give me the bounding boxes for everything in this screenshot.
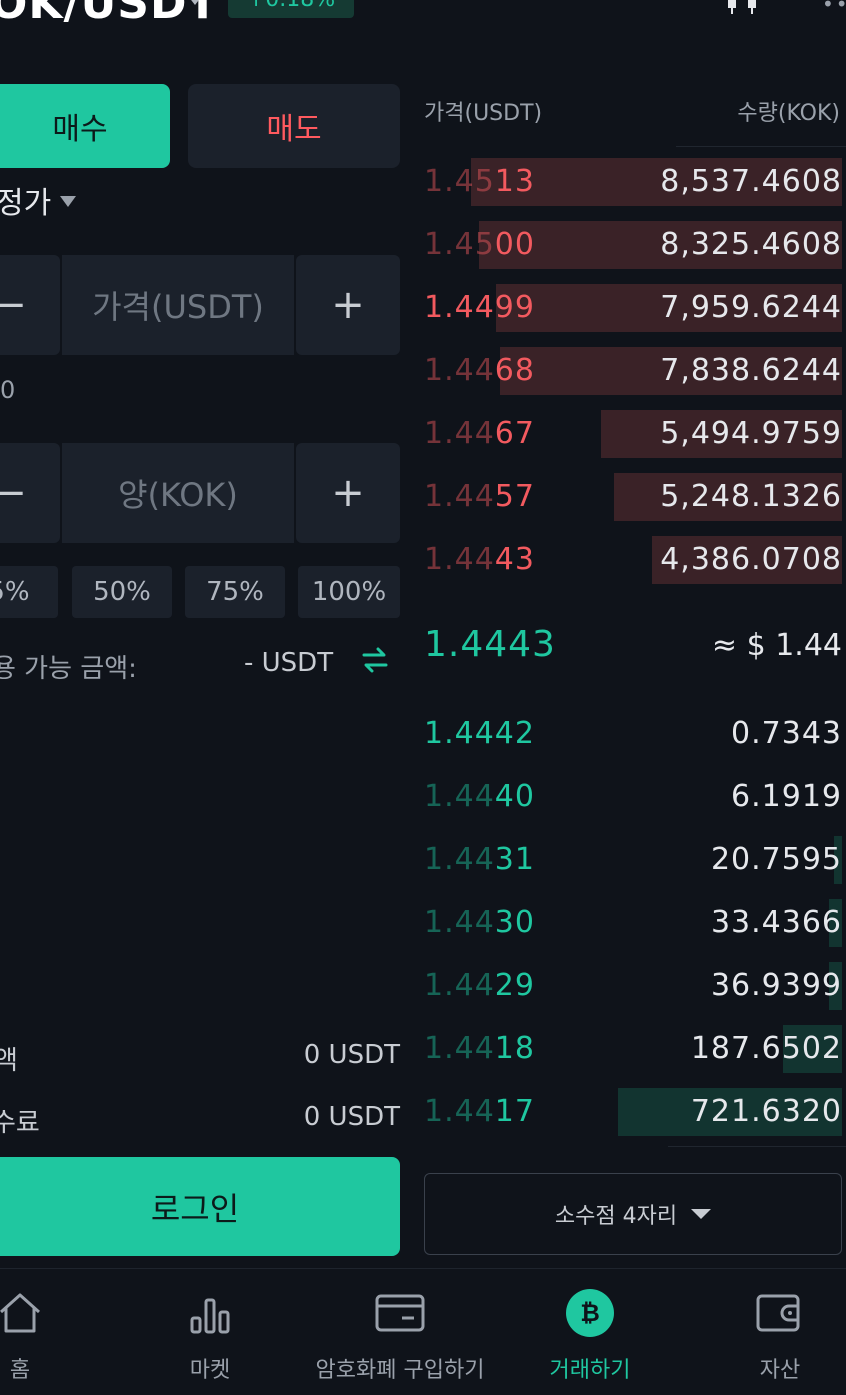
swap-icon[interactable]	[360, 645, 390, 675]
card-icon	[374, 1280, 426, 1346]
nav-trade[interactable]: ₿ 거래하기	[510, 1280, 670, 1395]
home-icon	[0, 1280, 43, 1346]
ask-quantity: 8,537.4608	[660, 164, 842, 199]
bid-quantity: 0.7343	[731, 716, 842, 751]
mid-price-usd: ≈ $ 1.44	[711, 628, 842, 663]
nav-market-label: 마켓	[189, 1358, 231, 1383]
bid-row[interactable]: 1.4430 33.4366	[424, 899, 846, 947]
ask-row[interactable]: 1.4467 5,494.9759	[424, 410, 846, 458]
nav-assets-label: 자산	[759, 1358, 801, 1383]
bid-row[interactable]: 1.4418 187.6502	[424, 1025, 846, 1073]
percent-button-50[interactable]: 50%	[72, 566, 172, 618]
nav-trade-label: 거래하기	[549, 1358, 631, 1383]
bid-quantity: 721.6320	[690, 1094, 842, 1129]
more-icon[interactable]: •••	[822, 0, 846, 16]
pair-dropdown-icon[interactable]	[188, 0, 202, 5]
order-type-select[interactable]: 정가	[0, 178, 51, 222]
bid-quantity: 187.6502	[690, 1031, 842, 1066]
precision-label: 소수점 4자리	[554, 1204, 678, 1229]
bid-quantity: 6.1919	[731, 779, 842, 814]
nav-home-label: 홈	[9, 1358, 31, 1383]
ask-price: 1.4500	[424, 227, 535, 262]
header: OK/USDT +0.18% •••	[0, 0, 846, 22]
fee-value: 0 USDT	[303, 1102, 400, 1132]
ask-row[interactable]: 1.4499 7,959.6244	[424, 284, 846, 332]
ask-price: 1.4513	[424, 164, 535, 199]
ask-quantity: 5,248.1326	[660, 479, 842, 514]
available-label: 용 가능 금액:	[0, 654, 137, 684]
nav-buy-crypto[interactable]: 암호화폐 구입하기	[316, 1280, 484, 1395]
mid-price: 1.4443	[424, 624, 556, 665]
bid-price: 1.4431	[424, 842, 535, 877]
precision-select[interactable]: 소수점 4자리	[424, 1173, 842, 1255]
bid-price: 1.4417	[424, 1094, 535, 1129]
bid-price: 1.4430	[424, 905, 535, 940]
bid-quantity: 20.7595	[710, 842, 842, 877]
caret-down-icon[interactable]	[60, 196, 76, 207]
ask-row[interactable]: 1.4500 8,325.4608	[424, 221, 846, 269]
ask-price: 1.4468	[424, 353, 535, 388]
price-decrement-button[interactable]: −	[0, 255, 60, 355]
bid-quantity: 36.9399	[710, 968, 842, 1003]
bid-row[interactable]: 1.4429 36.9399	[424, 962, 846, 1010]
bid-price: 1.4418	[424, 1031, 535, 1066]
price-hint: 0	[0, 376, 16, 404]
bid-row[interactable]: 1.4431 20.7595	[424, 836, 846, 884]
ask-price: 1.4457	[424, 479, 535, 514]
percent-button-75[interactable]: 75%	[185, 566, 285, 618]
ask-price: 1.4467	[424, 416, 535, 451]
sell-tab[interactable]: 매도	[188, 84, 400, 168]
total-value: 0 USDT	[303, 1040, 400, 1070]
total-label: 액	[0, 1046, 18, 1076]
bid-price: 1.4442	[424, 716, 535, 751]
bid-row[interactable]: 1.4417 721.6320	[424, 1088, 846, 1136]
ask-quantity: 7,959.6244	[660, 290, 842, 325]
bid-row[interactable]: 1.4442 0.7343	[424, 710, 846, 758]
nav-assets[interactable]: 자산	[700, 1280, 846, 1395]
orderbook-price-header: 가격(USDT)	[424, 101, 543, 126]
ask-quantity: 5,494.9759	[660, 416, 842, 451]
available-value: - USDT	[244, 648, 334, 678]
orderbook-quantity-header: 수량(KOK)	[737, 101, 840, 126]
price-input[interactable]: 가격(USDT)	[62, 255, 294, 355]
ask-row[interactable]: 1.4443 4,386.0708	[424, 536, 846, 584]
bitcoin-icon: ₿	[564, 1280, 616, 1346]
bar-chart-icon	[187, 1280, 233, 1346]
pair-title[interactable]: OK/USDT	[0, 0, 219, 22]
fee-label: 수료	[0, 1108, 40, 1138]
bid-price: 1.4440	[424, 779, 535, 814]
ask-quantity: 7,838.6244	[660, 353, 842, 388]
divider	[0, 1268, 846, 1269]
divider	[668, 1146, 846, 1147]
quantity-input[interactable]: 양(KOK)	[62, 443, 294, 543]
percent-button-100[interactable]: 100%	[298, 566, 400, 618]
candlestick-chart-icon[interactable]	[724, 0, 764, 16]
ask-quantity: 8,325.4608	[660, 227, 842, 262]
quantity-decrement-button[interactable]: −	[0, 443, 60, 543]
buy-tab[interactable]: 매수	[0, 84, 170, 168]
caret-down-icon	[691, 1209, 712, 1219]
login-button[interactable]: 로그인	[0, 1157, 400, 1256]
ask-row[interactable]: 1.4513 8,537.4608	[424, 158, 846, 206]
quantity-increment-button[interactable]: +	[296, 443, 400, 543]
percent-button-25[interactable]: 5%	[0, 566, 58, 618]
ask-row[interactable]: 1.4457 5,248.1326	[424, 473, 846, 521]
price-increment-button[interactable]: +	[296, 255, 400, 355]
ask-price: 1.4499	[424, 290, 535, 325]
svg-text:₿: ₿	[580, 1299, 600, 1327]
ask-quantity: 4,386.0708	[660, 542, 842, 577]
bid-row[interactable]: 1.4440 6.1919	[424, 773, 846, 821]
divider	[676, 146, 846, 147]
nav-buy-crypto-label: 암호화폐 구입하기	[315, 1358, 485, 1383]
wallet-icon	[755, 1280, 805, 1346]
ask-price: 1.4443	[424, 542, 535, 577]
change-badge: +0.18%	[228, 0, 354, 18]
bid-quantity: 33.4366	[710, 905, 842, 940]
nav-market[interactable]: 마켓	[130, 1280, 290, 1395]
nav-home[interactable]: 홈	[0, 1280, 100, 1395]
ask-row[interactable]: 1.4468 7,838.6244	[424, 347, 846, 395]
bid-price: 1.4429	[424, 968, 535, 1003]
